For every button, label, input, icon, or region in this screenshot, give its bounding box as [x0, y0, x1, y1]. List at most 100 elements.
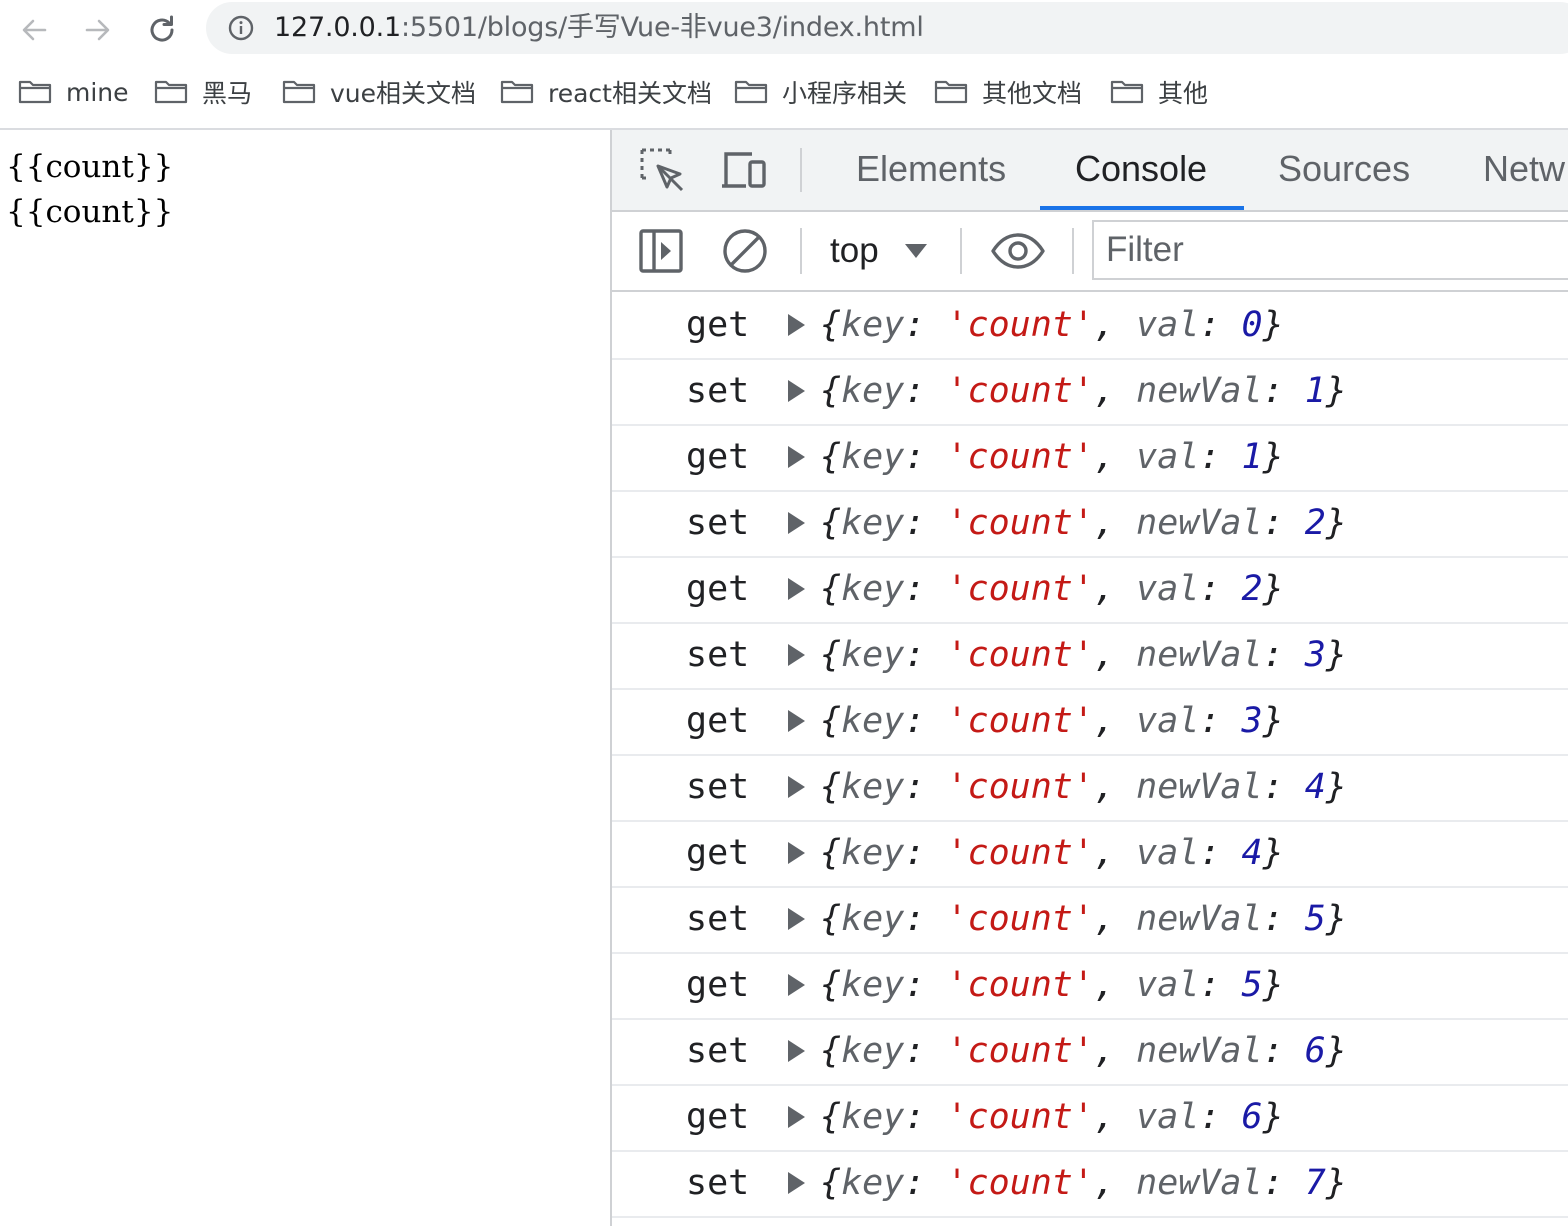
bookmark-label: vue相关文档	[330, 79, 477, 108]
object-key: key	[841, 1097, 905, 1137]
object-string: 'count'	[946, 503, 1094, 543]
expand-triangle-icon[interactable]	[788, 1172, 805, 1194]
object-key: newVal	[1136, 1163, 1263, 1203]
log-object[interactable]: {key: 'count', val: 4}	[820, 820, 1284, 886]
expand-triangle-icon[interactable]	[788, 908, 805, 930]
log-label: get	[686, 701, 750, 741]
object-number: 4	[1241, 833, 1263, 873]
object-string: 'count'	[946, 635, 1094, 675]
chevron-down-icon	[904, 244, 927, 258]
clear-console-icon[interactable]	[720, 226, 770, 276]
info-icon[interactable]	[228, 15, 254, 41]
tab-elements[interactable]: Elements	[856, 148, 1006, 190]
expand-triangle-icon[interactable]	[788, 578, 805, 600]
log-label: set	[686, 503, 750, 543]
log-object[interactable]: {key: 'count', newVal: 3}	[820, 622, 1347, 688]
object-string: 'count'	[946, 701, 1094, 741]
bookmark-folder-other-docs[interactable]: 其他文档	[934, 75, 1082, 109]
bookmark-folder-heima[interactable]: 黑马	[154, 75, 252, 109]
inspect-element-icon[interactable]	[638, 146, 686, 194]
page-viewport: {{count}} {{count}}	[0, 130, 610, 1226]
log-object[interactable]: {key: 'count', val: 3}	[820, 688, 1284, 754]
eye-icon[interactable]	[990, 226, 1046, 276]
console-log-row: set {key: 'count', newVal: 3}	[612, 622, 1568, 690]
object-number: 3	[1241, 701, 1263, 741]
object-key: key	[841, 635, 905, 675]
object-number: 6	[1304, 1031, 1326, 1071]
url-path: :5501/blogs/手写Vue-非vue3/index.html	[401, 12, 924, 43]
console-log-row: get {key: 'count', val: 6}	[612, 1084, 1568, 1152]
log-label: get	[686, 569, 750, 609]
expand-triangle-icon[interactable]	[788, 1106, 805, 1128]
url-text[interactable]: 127.0.0.1:5501/blogs/手写Vue-非vue3/index.h…	[274, 13, 924, 43]
log-object[interactable]: {key: 'count', val: 5}	[820, 952, 1284, 1018]
expand-triangle-icon[interactable]	[788, 842, 805, 864]
bookmark-folder-miniprogram[interactable]: 小程序相关	[734, 75, 907, 109]
object-number: 5	[1304, 899, 1326, 939]
object-key: val	[1136, 305, 1200, 345]
bookmark-folder-react-docs[interactable]: react相关文档	[500, 75, 712, 109]
console-log-row: set {key: 'count', newVal: 2}	[612, 490, 1568, 558]
object-key: val	[1136, 1097, 1200, 1137]
object-string: 'count'	[946, 1031, 1094, 1071]
bookmark-folder-mine[interactable]: mine	[18, 75, 129, 109]
active-tab-indicator	[1040, 206, 1244, 210]
object-key: val	[1136, 965, 1200, 1005]
object-string: 'count'	[946, 965, 1094, 1005]
log-object[interactable]: {key: 'count', newVal: 6}	[820, 1018, 1347, 1084]
log-object[interactable]: {key: 'count', val: 6}	[820, 1084, 1284, 1150]
object-string: 'count'	[946, 767, 1094, 807]
object-number: 0	[1241, 305, 1263, 345]
bookmark-folder-other[interactable]: 其他	[1110, 75, 1208, 109]
back-button[interactable]	[12, 8, 56, 52]
console-log-row: set {key: 'count', newVal: 1}	[612, 358, 1568, 426]
toolbar-divider	[800, 228, 802, 274]
log-object[interactable]: {key: 'count', val: 1}	[820, 424, 1284, 490]
bookmarks-bar: mine 黑马 vue相关文档 react相关文档 小程序相关 其他文档 其他	[0, 62, 1568, 122]
reload-button[interactable]	[140, 8, 184, 52]
log-object[interactable]: {key: 'count', val: 0}	[820, 292, 1284, 358]
object-number: 4	[1304, 767, 1326, 807]
bookmark-folder-vue-docs[interactable]: vue相关文档	[282, 75, 476, 109]
tab-network[interactable]: Netw	[1483, 148, 1565, 190]
tab-sources[interactable]: Sources	[1278, 148, 1410, 190]
object-key: key	[841, 767, 905, 807]
object-key: val	[1136, 569, 1200, 609]
object-key: val	[1136, 833, 1200, 873]
context-selector[interactable]: top	[830, 228, 927, 274]
log-object[interactable]: {key: 'count', val: 2}	[820, 556, 1284, 622]
forward-button[interactable]	[76, 8, 120, 52]
address-bar[interactable]: 127.0.0.1:5501/blogs/手写Vue-非vue3/index.h…	[206, 2, 1568, 54]
template-text: {{count}}	[6, 149, 174, 185]
bookmark-label: 其他文档	[982, 79, 1083, 108]
devtools-panel: Elements Console Sources Netw top ge	[610, 130, 1568, 1226]
log-object[interactable]: {key: 'count', newVal: 5}	[820, 886, 1347, 952]
log-object[interactable]: {key: 'count', newVal: 1}	[820, 358, 1347, 424]
expand-triangle-icon[interactable]	[788, 512, 805, 534]
browser-toolbar: 127.0.0.1:5501/blogs/手写Vue-非vue3/index.h…	[0, 0, 1568, 60]
url-host: 127.0.0.1	[274, 12, 402, 43]
expand-triangle-icon[interactable]	[788, 974, 805, 996]
expand-triangle-icon[interactable]	[788, 644, 805, 666]
log-label: get	[686, 965, 750, 1005]
expand-triangle-icon[interactable]	[788, 380, 805, 402]
log-object[interactable]: {key: 'count', newVal: 4}	[820, 754, 1347, 820]
expand-triangle-icon[interactable]	[788, 314, 805, 336]
expand-triangle-icon[interactable]	[788, 776, 805, 798]
object-number: 1	[1241, 437, 1263, 477]
sidebar-toggle-icon[interactable]	[636, 226, 686, 276]
device-toolbar-icon[interactable]	[720, 146, 768, 194]
tab-console[interactable]: Console	[1075, 148, 1207, 190]
folder-icon	[18, 80, 52, 104]
folder-icon	[1110, 80, 1144, 104]
expand-triangle-icon[interactable]	[788, 1040, 805, 1062]
object-key: key	[841, 503, 905, 543]
filter-input[interactable]	[1092, 220, 1568, 280]
expand-triangle-icon[interactable]	[788, 446, 805, 468]
console-log-row: set {key: 'count', newVal: 4}	[612, 754, 1568, 822]
object-key: newVal	[1136, 503, 1263, 543]
expand-triangle-icon[interactable]	[788, 710, 805, 732]
context-label: top	[830, 231, 879, 270]
log-object[interactable]: {key: 'count', newVal: 7}	[820, 1150, 1347, 1216]
log-object[interactable]: {key: 'count', newVal: 2}	[820, 490, 1347, 556]
